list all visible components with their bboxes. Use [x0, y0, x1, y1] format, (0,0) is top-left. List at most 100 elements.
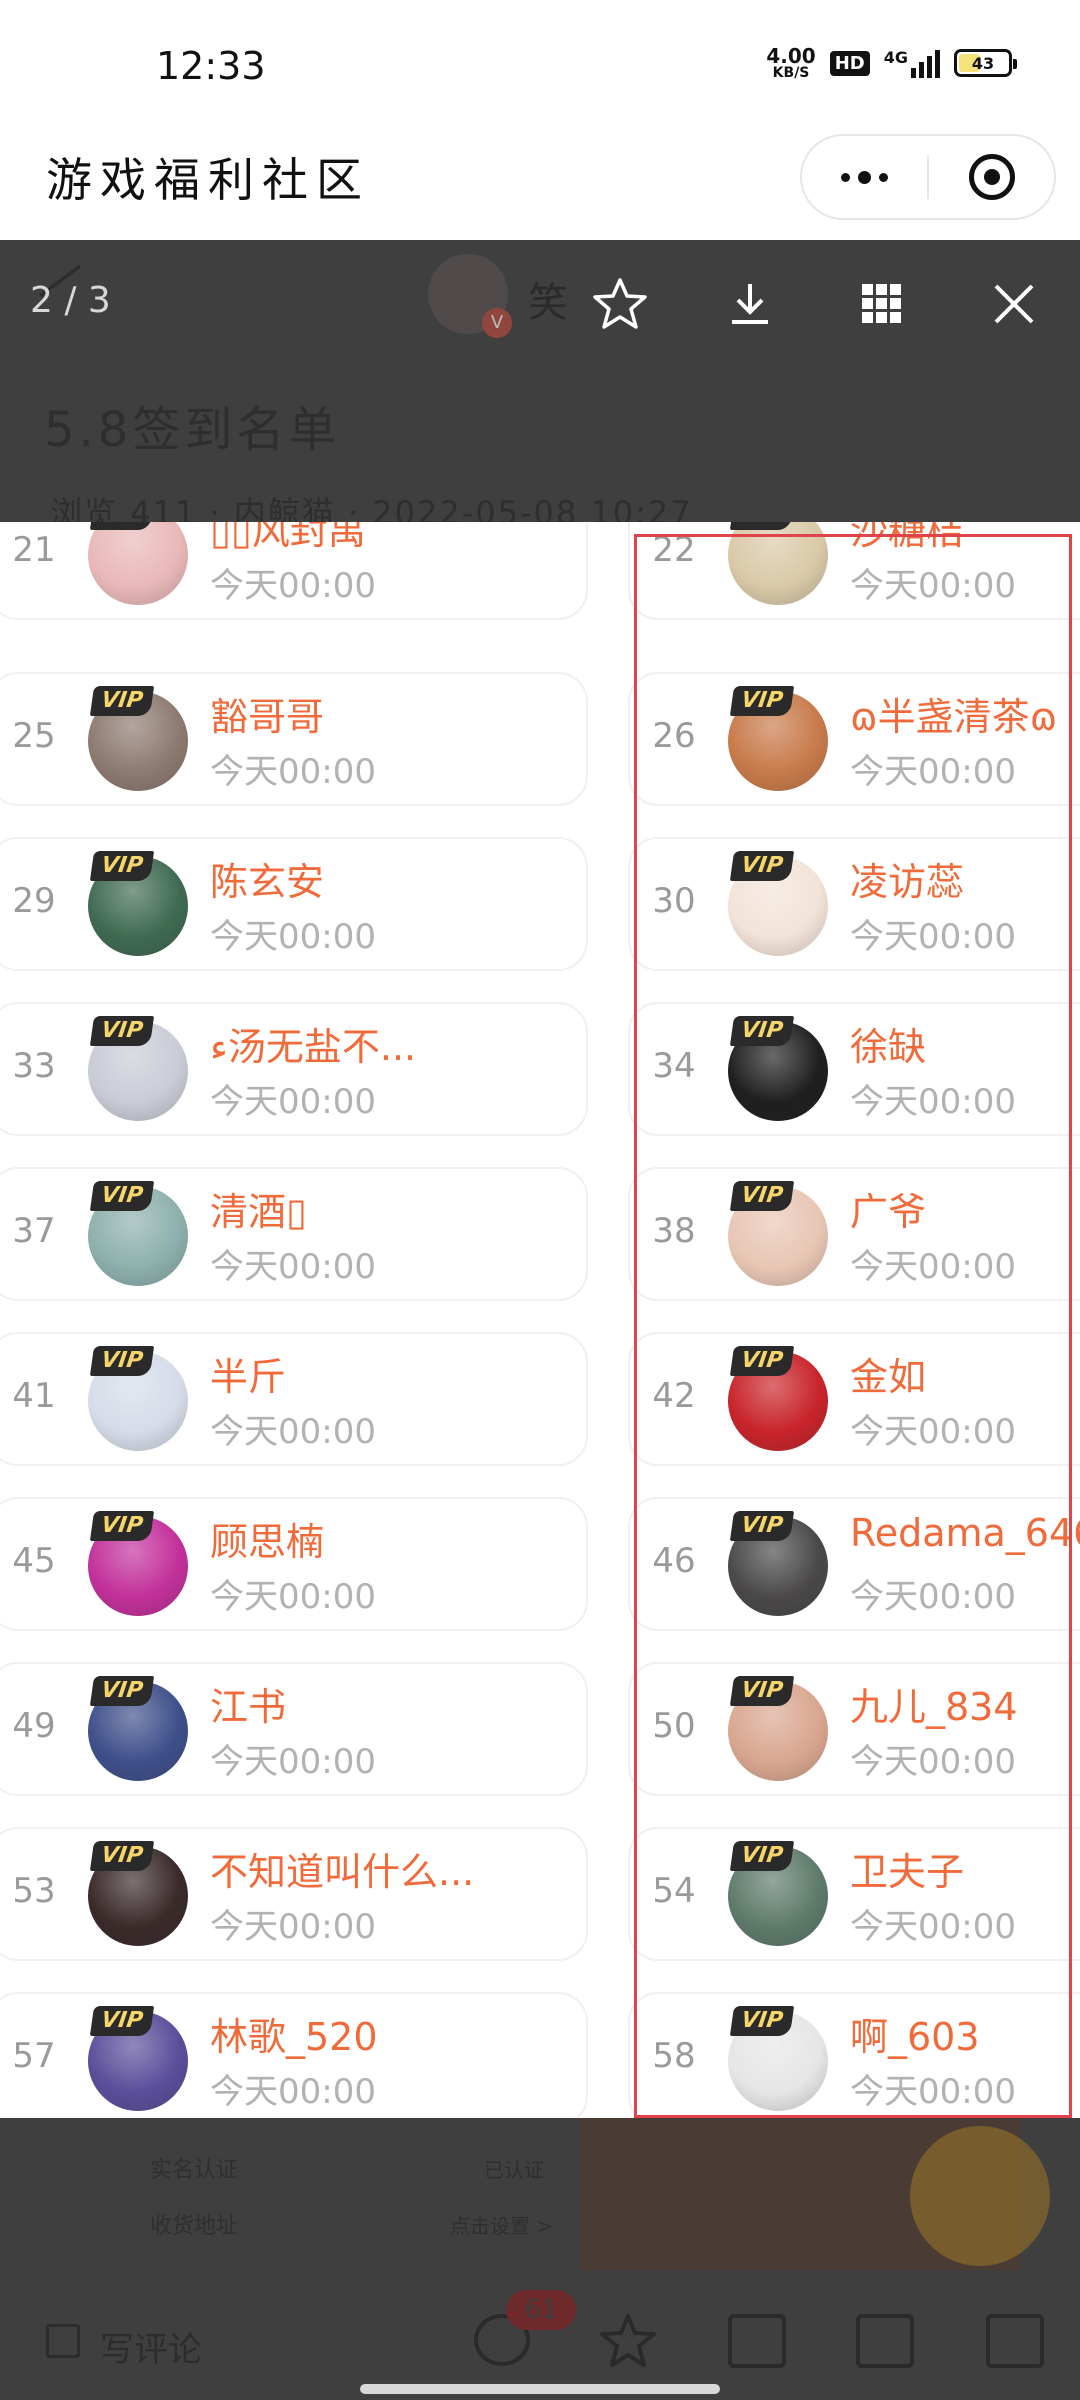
signin-card: 38 VIP 广爷 今天00:00	[628, 1167, 1080, 1301]
rank-number: 46	[652, 1541, 696, 1581]
vip-badge: VIP	[89, 1511, 155, 1541]
signin-time: 今天00:00	[210, 566, 376, 606]
status-bar: 12:33 4.00 KB/S HD 4G 43	[0, 0, 1080, 130]
username: 啊_603	[850, 2015, 980, 2059]
signin-card: 54 VIP 卫夫子 今天00:00	[628, 1827, 1080, 1961]
signin-time: 今天00:00	[850, 1742, 1016, 1782]
grid-view-button[interactable]	[852, 274, 912, 334]
gift-icon[interactable]	[856, 2314, 914, 2368]
vip-badge: VIP	[729, 1841, 795, 1871]
net-speed-unit: KB/S	[772, 65, 810, 81]
rank-number: 26	[652, 716, 696, 756]
signin-card: 45 VIP 顾思楠 今天00:00	[0, 1497, 588, 1631]
close-icon	[994, 284, 1034, 324]
vip-badge: VIP	[729, 1181, 795, 1211]
username: 不知道叫什么...	[210, 1850, 475, 1894]
rank-number: 25	[12, 716, 56, 756]
signin-time: 今天00:00	[210, 752, 376, 792]
signin-card: 30 VIP 凌访蕊 今天00:00	[628, 837, 1080, 971]
signin-card: 26 VIP ɷ半盏清茶ɷ 今天00:00	[628, 672, 1080, 806]
signal-icon: 4G	[884, 48, 940, 78]
vip-badge: VIP	[729, 1676, 795, 1706]
battery-icon: 43	[954, 49, 1017, 77]
more-dots-icon	[841, 170, 888, 184]
vip-badge: VIP	[729, 1346, 795, 1376]
close-button[interactable]	[984, 274, 1044, 334]
capsule-menu	[800, 134, 1056, 220]
signin-card: 42 VIP 金如 今天00:00	[628, 1332, 1080, 1466]
vip-badge: VIP	[89, 1181, 155, 1211]
signin-card: 22VIP沙糖桔今天00:00	[628, 522, 1080, 620]
signin-list-image: 21VIP▯▯风封禹今天00:00 25VIP豁哥哥今天00:00 29 VIP 陈玄安…	[0, 522, 1080, 2118]
vip-badge: VIP	[89, 1841, 155, 1871]
signin-time: 今天00:00	[850, 1082, 1016, 1122]
username: 顾思楠	[210, 1520, 325, 1564]
username: 沙糖桔	[850, 522, 965, 553]
signin-card: 53 VIP 不知道叫什么... 今天00:00	[0, 1827, 588, 1961]
signin-card: 49 VIP 江书今天00:00	[0, 1662, 588, 1796]
author-name: 笑	[528, 280, 568, 326]
username: 江书	[210, 1685, 287, 1729]
vip-badge: VIP	[89, 1016, 155, 1046]
rank-number: 30	[652, 881, 696, 921]
rank-number: 22	[652, 530, 696, 570]
signin-card: 25 VIP 豁哥哥 今天00:00	[0, 672, 588, 806]
vip-badge: VIP	[89, 1346, 155, 1376]
signin-time: 今天00:00	[210, 1247, 376, 1287]
rank-number: 29	[12, 881, 56, 921]
image-viewer-bottom: 实名认证 已认证 收货地址 点击设置 > 写评论 61	[0, 2118, 1080, 2400]
favorite-button[interactable]	[590, 274, 650, 334]
username: 清酒▯	[210, 1190, 307, 1234]
download-button[interactable]	[720, 274, 780, 334]
avatar	[728, 522, 828, 605]
signin-card: 33 VIP ء汤无盐不... 今天00:00	[0, 1002, 588, 1136]
rank-number: 34	[652, 1046, 696, 1086]
exit-button[interactable]	[929, 136, 1054, 218]
app-title: 游戏福利社区	[46, 153, 370, 207]
home-indicator[interactable]	[360, 2384, 720, 2394]
signin-card: 58 VIP 啊_603 今天00:00	[628, 1992, 1080, 2118]
vip-badge: VIP	[729, 1016, 795, 1046]
signin-card: 21VIP▯▯风封禹今天00:00	[0, 522, 588, 620]
username: 半斤	[210, 1355, 287, 1399]
signin-time: 今天00:00	[210, 1082, 376, 1122]
vip-badge: VIP	[89, 1676, 155, 1706]
image-counter: 2 / 3	[30, 280, 111, 321]
status-icons: 4.00 KB/S HD 4G 43	[766, 46, 1017, 81]
signin-time: 今天00:00	[850, 1907, 1016, 1947]
username: Redama_646	[850, 1511, 1080, 1555]
username: 陈玄安	[210, 860, 325, 904]
banner-image	[580, 2118, 1050, 2270]
grid-icon	[862, 284, 901, 323]
vip-badge: VIP	[89, 851, 155, 881]
vip-badge: VIP	[89, 2006, 155, 2036]
signin-card: 57 VIP 林歌_520 今天00:00	[0, 1992, 588, 2118]
username: 金如	[850, 1355, 927, 1399]
comment-input[interactable]: 写评论	[100, 2322, 202, 2371]
signin-time: 今天00:00	[850, 566, 1016, 606]
star-outline-icon[interactable]	[598, 2312, 658, 2370]
reward-icon[interactable]	[728, 2314, 786, 2368]
more-button[interactable]	[802, 136, 927, 218]
download-icon	[732, 284, 768, 324]
avatar	[88, 522, 188, 605]
signin-card: 46 VIP Redama_646 今天00:00	[628, 1497, 1080, 1631]
vip-badge: VIP	[729, 2006, 795, 2036]
vip-badge: VIP	[729, 851, 795, 881]
username: 九儿_834	[850, 1685, 1018, 1729]
rank-number: 49	[12, 1706, 56, 1746]
signin-time: 今天00:00	[210, 1742, 376, 1782]
rank-number: 37	[12, 1211, 56, 1251]
post-title: 5.8签到名单	[44, 402, 341, 458]
rank-number: 54	[652, 1871, 696, 1911]
username: 广爷	[850, 1190, 927, 1234]
rank-number: 42	[652, 1376, 696, 1416]
rank-number: 58	[652, 2036, 696, 2076]
author-avatar: V	[428, 254, 512, 338]
share-icon[interactable]	[986, 2314, 1044, 2368]
status-time: 12:33	[156, 44, 266, 88]
vip-badge: VIP	[729, 1511, 795, 1541]
image-viewer-toolbar: 2 / 3 V 笑 5.8签到名单 浏览 411 · 内鲸猫 · 2022-05…	[0, 240, 1080, 532]
rank-number: 57	[12, 2036, 56, 2076]
signin-time: 今天00:00	[210, 1907, 376, 1947]
